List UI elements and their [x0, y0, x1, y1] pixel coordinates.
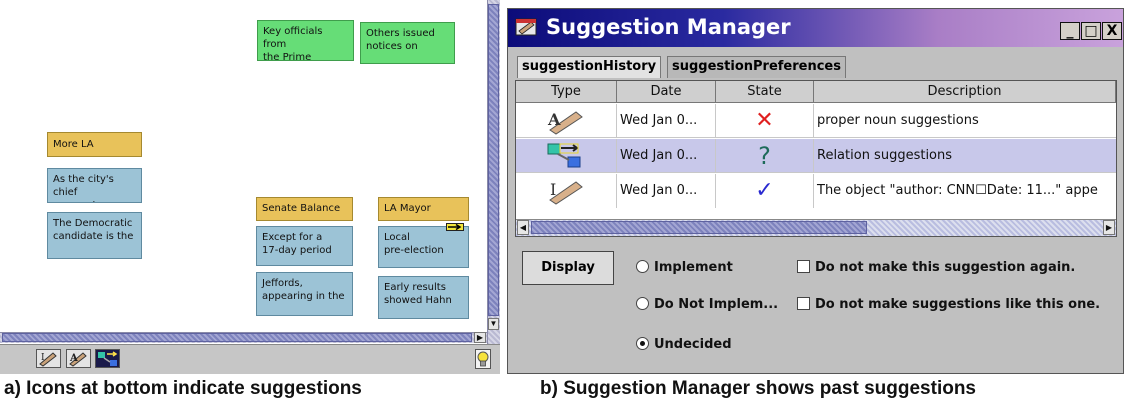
date-cell: Wed Jan 0...	[617, 104, 716, 138]
note-card[interactable]: The Democratic candidate is the	[47, 212, 142, 259]
svg-text:A: A	[547, 110, 561, 129]
scroll-right-button[interactable]: ▶	[474, 332, 486, 343]
svg-text:I: I	[41, 353, 45, 363]
note-card[interactable]: Early results showed Hahn	[378, 276, 469, 319]
radio-circle[interactable]	[636, 297, 649, 310]
caption-b: b) Suggestion Manager shows past suggest…	[540, 378, 976, 399]
group-header[interactable]: LA Mayor	[378, 197, 469, 221]
suggestion-arrow-icon[interactable]	[446, 223, 464, 231]
column-header-state[interactable]: State	[716, 81, 814, 103]
proper-noun-icon[interactable]: A	[66, 349, 91, 368]
svg-text:I: I	[550, 180, 556, 199]
undecided-label: Undecided	[654, 337, 732, 352]
date-cell: Wed Jan 0...	[617, 139, 716, 173]
dont-suggest-similar-checkbox[interactable]: Do not make suggestions like this one.	[797, 296, 1100, 314]
implement-label: Implement	[654, 260, 733, 275]
group-header[interactable]: More LA	[47, 132, 142, 157]
type-cell: I	[516, 174, 617, 208]
svg-text:A: A	[69, 353, 78, 364]
display-button[interactable]: Display	[522, 251, 614, 285]
dont-repeat-suggestion-label: Do not make this suggestion again.	[815, 260, 1076, 275]
group-header[interactable]: Senate Balance	[256, 197, 353, 221]
caption-a: a) Icons at bottom indicate suggestions	[4, 378, 362, 399]
horizontal-scroll-thumb[interactable]	[2, 333, 472, 342]
relation-icon	[547, 143, 581, 168]
dont-suggest-similar-label: Do not make suggestions like this one.	[815, 297, 1101, 312]
checkbox-box[interactable]	[797, 297, 810, 310]
vertical-scroll-thumb[interactable]	[488, 4, 499, 316]
checkbox-box[interactable]	[797, 260, 810, 273]
note-card[interactable]: Others issued notices on	[360, 22, 455, 64]
minimize-button[interactable]: _	[1060, 22, 1080, 40]
dont-repeat-suggestion-checkbox[interactable]: Do not make this suggestion again.	[797, 259, 1075, 277]
window-title: Suggestion Manager	[546, 15, 791, 39]
description-cell: Relation suggestions	[817, 148, 953, 163]
description-cell: proper noun suggestions	[817, 113, 979, 128]
table-row[interactable]: I Wed Jan 0... ✓ The object "author: CNN…	[516, 174, 1116, 208]
description-cell: The object "author: CNN☐Date: 11..." app…	[817, 183, 1098, 198]
note-card[interactable]: As the city's chief prosecutor Hahn	[47, 168, 142, 203]
close-button[interactable]: X	[1102, 22, 1122, 40]
tab-suggestion-history[interactable]: suggestionHistory	[517, 56, 662, 78]
note-card[interactable]: Except for a 17-day period	[256, 226, 353, 266]
type-cell	[516, 139, 617, 173]
do-not-implement-radio[interactable]: Do Not Implem...	[636, 296, 778, 314]
undecided-radio[interactable]: Undecided	[636, 336, 732, 354]
radio-circle-selected[interactable]	[636, 337, 649, 350]
note-card[interactable]: Local pre-election	[378, 226, 469, 268]
table-row-selected[interactable]: Wed Jan 0... ? Relation suggestions	[516, 139, 1116, 173]
state-rejected-icon: ✕	[716, 104, 814, 138]
radio-circle[interactable]	[636, 260, 649, 273]
note-card[interactable]: Jeffords, appearing in the	[256, 272, 353, 316]
do-not-implement-label: Do Not Implem...	[654, 297, 779, 312]
proper-noun-icon: A	[547, 110, 583, 135]
table-scroll-thumb[interactable]	[531, 221, 867, 234]
relation-icon[interactable]	[95, 349, 120, 368]
maximize-button[interactable]: □	[1081, 22, 1101, 40]
date-cell: Wed Jan 0...	[617, 174, 716, 208]
implement-radio[interactable]: Implement	[636, 259, 733, 277]
state-implemented-icon: ✓	[716, 174, 814, 208]
tab-suggestion-preferences[interactable]: suggestionPreferences	[667, 56, 846, 78]
scroll-left-button[interactable]: ◀	[517, 220, 529, 235]
scroll-down-button[interactable]: ▼	[488, 318, 499, 330]
table-row[interactable]: A Wed Jan 0... ✕ proper noun suggestions	[516, 104, 1116, 138]
lightbulb-icon[interactable]	[475, 349, 491, 369]
note-card[interactable]: Key officials from the Prime	[257, 20, 354, 61]
type-cell: A	[516, 104, 617, 138]
scroll-right-button[interactable]: ▶	[1103, 220, 1115, 235]
pencil-icon: I	[549, 180, 583, 205]
column-header-type[interactable]: Type	[516, 81, 617, 103]
column-header-description[interactable]: Description	[814, 81, 1116, 103]
state-undecided-icon: ?	[716, 139, 814, 173]
column-header-date[interactable]: Date	[617, 81, 716, 103]
pencil-icon[interactable]: I	[36, 349, 61, 368]
app-icon	[513, 16, 541, 40]
